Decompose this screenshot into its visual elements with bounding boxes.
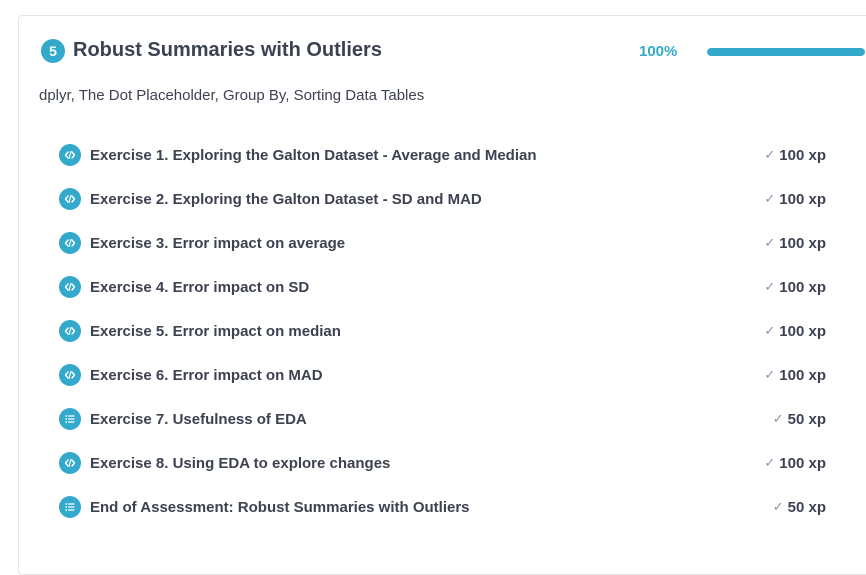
exercise-title: Exercise 6. Error impact on MAD <box>90 366 323 384</box>
xp-value: 100 xp <box>779 146 826 164</box>
chapter-title[interactable]: Robust Summaries with Outliers <box>73 36 382 64</box>
xp-value: 100 xp <box>779 234 826 252</box>
code-icon <box>59 276 81 298</box>
exercise-xp: ✓ 50 xp <box>773 397 826 441</box>
xp-value: 100 xp <box>779 190 826 208</box>
chapter-number-badge: 5 <box>41 39 65 63</box>
code-icon <box>59 232 81 254</box>
exercise-row[interactable]: Exercise 5. Error impact on median ✓ 100 … <box>59 309 829 353</box>
xp-value: 100 xp <box>779 278 826 296</box>
check-icon: ✓ <box>764 235 776 250</box>
check-icon: ✓ <box>764 455 776 470</box>
list-icon <box>59 496 81 518</box>
chapter-topics: dplyr, The Dot Placeholder, Group By, So… <box>39 87 425 104</box>
exercise-xp: ✓ 100 xp <box>764 177 826 221</box>
exercise-xp: ✓ 100 xp <box>764 221 826 265</box>
exercise-title: Exercise 4. Error impact on SD <box>90 278 310 296</box>
exercise-row[interactable]: Exercise 3. Error impact on average ✓ 100… <box>59 221 829 265</box>
exercise-title: Exercise 7. Usefulness of EDA <box>90 410 307 428</box>
exercise-title: Exercise 2. Exploring the Galton Dataset… <box>90 190 482 208</box>
exercise-title: Exercise 1. Exploring the Galton Dataset… <box>90 146 537 164</box>
xp-value: 100 xp <box>779 322 826 340</box>
exercise-list: Exercise 1. Exploring the Galton Dataset… <box>59 133 829 529</box>
chapter-card: 5 Robust Summaries with Outliers 100% dp… <box>18 15 866 575</box>
exercise-title: Exercise 5. Error impact on median <box>90 322 341 340</box>
check-icon: ✓ <box>764 279 776 294</box>
check-icon: ✓ <box>772 499 784 514</box>
exercise-row[interactable]: Exercise 4. Error impact on SD ✓ 100 xp <box>59 265 829 309</box>
exercise-xp: ✓ 100 xp <box>764 309 826 353</box>
code-icon <box>59 188 81 210</box>
progress-bar <box>707 48 865 56</box>
check-icon: ✓ <box>764 367 776 382</box>
check-icon: ✓ <box>772 411 784 426</box>
xp-value: 100 xp <box>779 366 826 384</box>
exercise-row[interactable]: Exercise 7. Usefulness of EDA ✓ 50 xp <box>59 397 829 441</box>
progress-bar-fill <box>707 48 865 56</box>
exercise-row[interactable]: Exercise 6. Error impact on MAD ✓ 100 xp <box>59 353 829 397</box>
exercise-xp: ✓ 100 xp <box>764 265 826 309</box>
xp-value: 100 xp <box>779 454 826 472</box>
xp-value: 50 xp <box>787 498 826 516</box>
exercise-row[interactable]: End of Assessment: Robust Summaries with… <box>59 485 829 529</box>
exercise-row[interactable]: Exercise 2. Exploring the Galton Dataset… <box>59 177 829 221</box>
check-icon: ✓ <box>764 191 776 206</box>
exercise-row[interactable]: Exercise 8. Using EDA to explore changes… <box>59 441 829 485</box>
code-icon <box>59 320 81 342</box>
code-icon <box>59 452 81 474</box>
progress-percent: 100% <box>639 43 678 60</box>
exercise-title: End of Assessment: Robust Summaries with… <box>90 498 470 516</box>
exercise-xp: ✓ 100 xp <box>764 353 826 397</box>
code-icon <box>59 364 81 386</box>
chapter-header: 5 Robust Summaries with Outliers 100% <box>39 36 866 66</box>
exercise-xp: ✓ 100 xp <box>764 133 826 177</box>
exercise-xp: ✓ 100 xp <box>764 441 826 485</box>
xp-value: 50 xp <box>787 410 826 428</box>
exercise-xp: ✓ 50 xp <box>773 485 826 529</box>
list-icon <box>59 408 81 430</box>
code-icon <box>59 144 81 166</box>
exercise-row[interactable]: Exercise 1. Exploring the Galton Dataset… <box>59 133 829 177</box>
exercise-title: Exercise 3. Error impact on average <box>90 234 346 252</box>
check-icon: ✓ <box>764 147 776 162</box>
exercise-title: Exercise 8. Using EDA to explore changes <box>90 454 391 472</box>
check-icon: ✓ <box>764 323 776 338</box>
